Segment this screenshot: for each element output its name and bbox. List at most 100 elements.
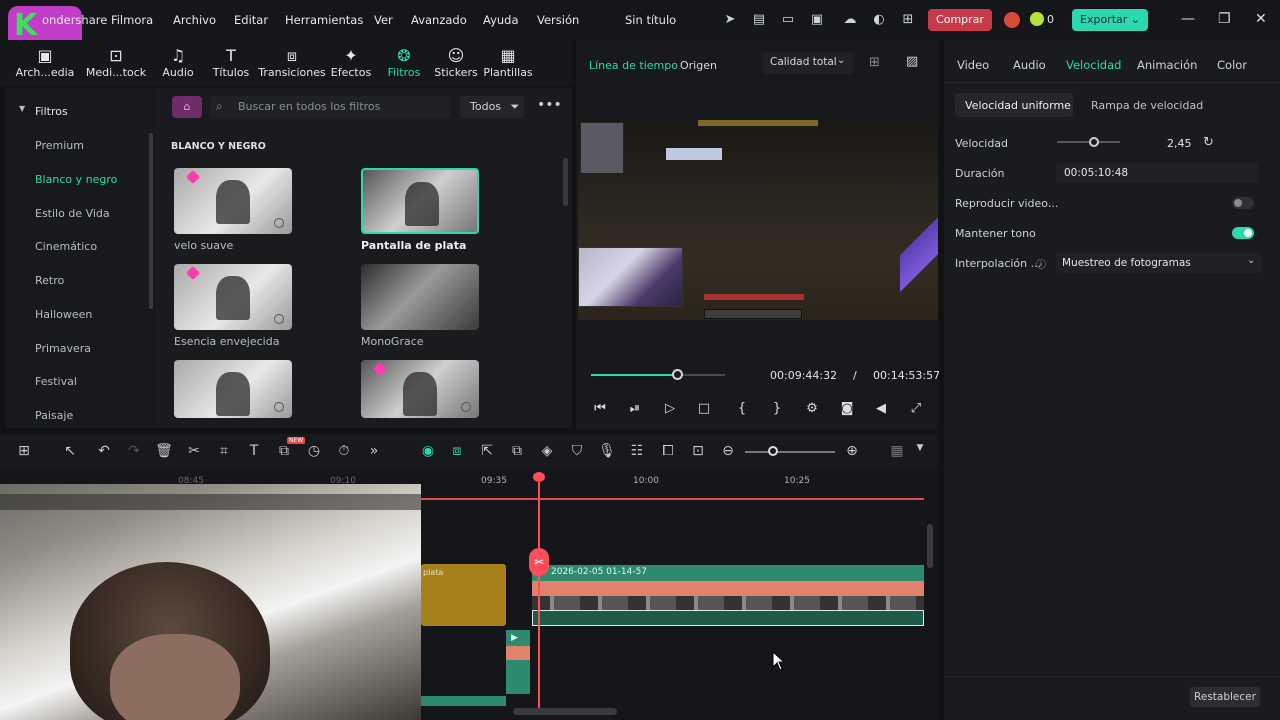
category-premium[interactable]: Premium — [35, 139, 84, 152]
tool-templates[interactable]: ▦ Plantillas — [473, 46, 543, 79]
track-grid-icon[interactable]: ▦ — [887, 443, 907, 459]
sidebar-scrollbar[interactable] — [149, 133, 153, 309]
menu-archivo[interactable]: Archivo — [173, 13, 216, 27]
tab-timeline[interactable]: Línea de tiempo — [589, 59, 678, 72]
grid-scrollbar[interactable] — [563, 158, 568, 206]
playhead-handle[interactable] — [533, 472, 545, 482]
grid-icon[interactable]: ⊞ — [900, 12, 916, 28]
speed-slider-handle[interactable] — [1089, 137, 1099, 147]
audio-clip[interactable] — [421, 696, 506, 706]
tool-stock[interactable]: ⊡ Medi...tock — [81, 46, 151, 79]
mark-out-icon[interactable]: } — [768, 401, 786, 416]
scrub-handle[interactable] — [672, 369, 683, 380]
export-clip-icon[interactable]: ⇱ — [477, 443, 497, 459]
shield-icon[interactable]: ⛉ — [567, 443, 587, 459]
filter-thumb-monograce[interactable] — [361, 264, 479, 330]
restore-button[interactable]: Restablecer — [1190, 687, 1260, 707]
minimize-icon[interactable]: — — [1181, 11, 1195, 27]
category-primavera[interactable]: Primavera — [35, 342, 91, 355]
zoom-out-icon[interactable]: ⊖ — [718, 443, 738, 459]
send-icon[interactable]: ➤ — [722, 12, 738, 28]
export-button[interactable]: Exportar ⌄ — [1072, 9, 1148, 31]
close-icon[interactable]: ✕ — [1255, 11, 1267, 27]
category-halloween[interactable]: Halloween — [35, 308, 92, 321]
filter-thumb-velo-suave[interactable] — [174, 168, 292, 234]
store-button[interactable]: ⌂ — [172, 96, 202, 118]
mixer-icon[interactable]: ☷ — [627, 443, 647, 459]
cloud-icon[interactable]: ☁ — [842, 12, 858, 28]
delete-icon[interactable]: 🗑 — [154, 443, 174, 459]
stop-icon[interactable]: □ — [695, 401, 713, 416]
buy-button[interactable]: Comprar — [928, 9, 992, 31]
filter-thumb[interactable] — [361, 360, 479, 418]
save-icon[interactable]: ▣ — [809, 12, 825, 28]
tab-audio[interactable]: Audio — [1013, 58, 1046, 72]
speed-icon[interactable]: ◷ — [304, 443, 324, 459]
filter-thumb-esencia-envejecida[interactable] — [174, 264, 292, 330]
timer-icon[interactable]: ⏱ — [334, 443, 354, 459]
list-icon[interactable]: ▤ — [751, 12, 767, 28]
timeline-vscrollbar[interactable] — [927, 524, 933, 568]
undo-icon[interactable]: ↶ — [94, 443, 114, 459]
fullscreen-icon[interactable]: ⤢ — [907, 401, 925, 416]
replace-icon[interactable]: ⧉ — [507, 443, 527, 459]
zoom-in-icon[interactable]: ⊕ — [842, 443, 862, 459]
text-tool-icon[interactable]: T — [244, 443, 264, 459]
category-retro[interactable]: Retro — [35, 274, 64, 287]
snapshot-icon[interactable]: ▨ — [906, 54, 918, 69]
filter-thumb-pantalla-de-plata[interactable] — [361, 168, 479, 234]
notification-icon[interactable] — [1004, 12, 1020, 28]
step-forward-icon[interactable]: ⏯ — [626, 401, 644, 416]
menu-herramientas[interactable]: Herramientas — [285, 13, 363, 27]
zoom-slider[interactable] — [745, 451, 835, 453]
category-blanco-y-negro[interactable]: Blanco y negro — [35, 173, 117, 186]
more-icon[interactable]: ••• — [537, 97, 562, 113]
small-clip[interactable] — [506, 630, 530, 694]
maximize-icon[interactable]: ❐ — [1218, 11, 1231, 27]
select-tool-icon[interactable]: ↖ — [60, 443, 80, 459]
caret-down-icon[interactable]: ▼ — [19, 104, 25, 113]
segment-ramp[interactable]: Rampa de velocidad — [1091, 99, 1203, 112]
caret-down-icon[interactable]: ▼ — [910, 443, 930, 453]
category-estilo-de-vida[interactable]: Estilo de Vida — [35, 207, 110, 220]
category-paisaje[interactable]: Paisaje — [35, 409, 73, 422]
cut-icon[interactable]: ✂ — [184, 443, 204, 459]
pip-icon[interactable]: ⧠ — [658, 443, 678, 459]
menu-avanzado[interactable]: Avanzado — [411, 13, 467, 27]
camera-icon[interactable]: ◙ — [838, 401, 856, 416]
microphone-icon[interactable]: 🎙 — [597, 443, 617, 459]
tab-animacion[interactable]: Animación — [1137, 58, 1197, 72]
reset-icon[interactable]: ↻ — [1203, 135, 1214, 150]
mark-in-icon[interactable]: { — [733, 401, 751, 416]
menu-ver[interactable]: Ver — [374, 13, 393, 27]
category-festival[interactable]: Festival — [35, 375, 77, 388]
prev-frame-icon[interactable]: ⏮ — [591, 401, 609, 416]
timeline-hscrollbar[interactable] — [513, 708, 617, 715]
fit-icon[interactable]: ⊡ — [688, 443, 708, 459]
audio-waveform[interactable] — [532, 610, 924, 626]
tool-media[interactable]: ▣ Arch...edia — [10, 46, 80, 79]
crop-icon[interactable]: ⌗ — [214, 443, 234, 459]
monitor-icon[interactable]: ▭ — [780, 12, 796, 28]
menu-editar[interactable]: Editar — [234, 13, 268, 27]
play-icon[interactable]: ▷ — [661, 401, 679, 416]
help-icon[interactable]: ⓘ — [1036, 256, 1046, 271]
filter-dropdown[interactable]: Todos ⏷ — [460, 96, 524, 118]
speed-value[interactable]: 2,45 — [1167, 137, 1192, 150]
more-tools-icon[interactable]: » — [364, 443, 384, 459]
tab-video[interactable]: Video — [957, 58, 989, 72]
tab-velocidad[interactable]: Velocidad — [1066, 58, 1121, 72]
headset-icon[interactable]: ◐ — [871, 12, 887, 28]
layout-grid-icon[interactable]: ⊞ — [14, 443, 34, 459]
auto-icon[interactable]: ◈ — [537, 443, 557, 459]
category-cinematico[interactable]: Cinemático — [35, 240, 97, 253]
snap-icon[interactable]: ⧈ — [447, 443, 467, 459]
sidebar-title[interactable]: Filtros — [35, 105, 68, 118]
reverse-toggle[interactable] — [1232, 197, 1254, 209]
crop-zoom-icon[interactable]: ⧉ — [274, 443, 294, 459]
keep-pitch-toggle[interactable] — [1232, 227, 1254, 239]
zoom-slider-handle[interactable] — [768, 446, 778, 456]
playhead[interactable] — [538, 478, 540, 710]
settings-icon[interactable]: ⚙ — [803, 401, 821, 416]
tab-source[interactable]: Origen — [680, 59, 717, 72]
